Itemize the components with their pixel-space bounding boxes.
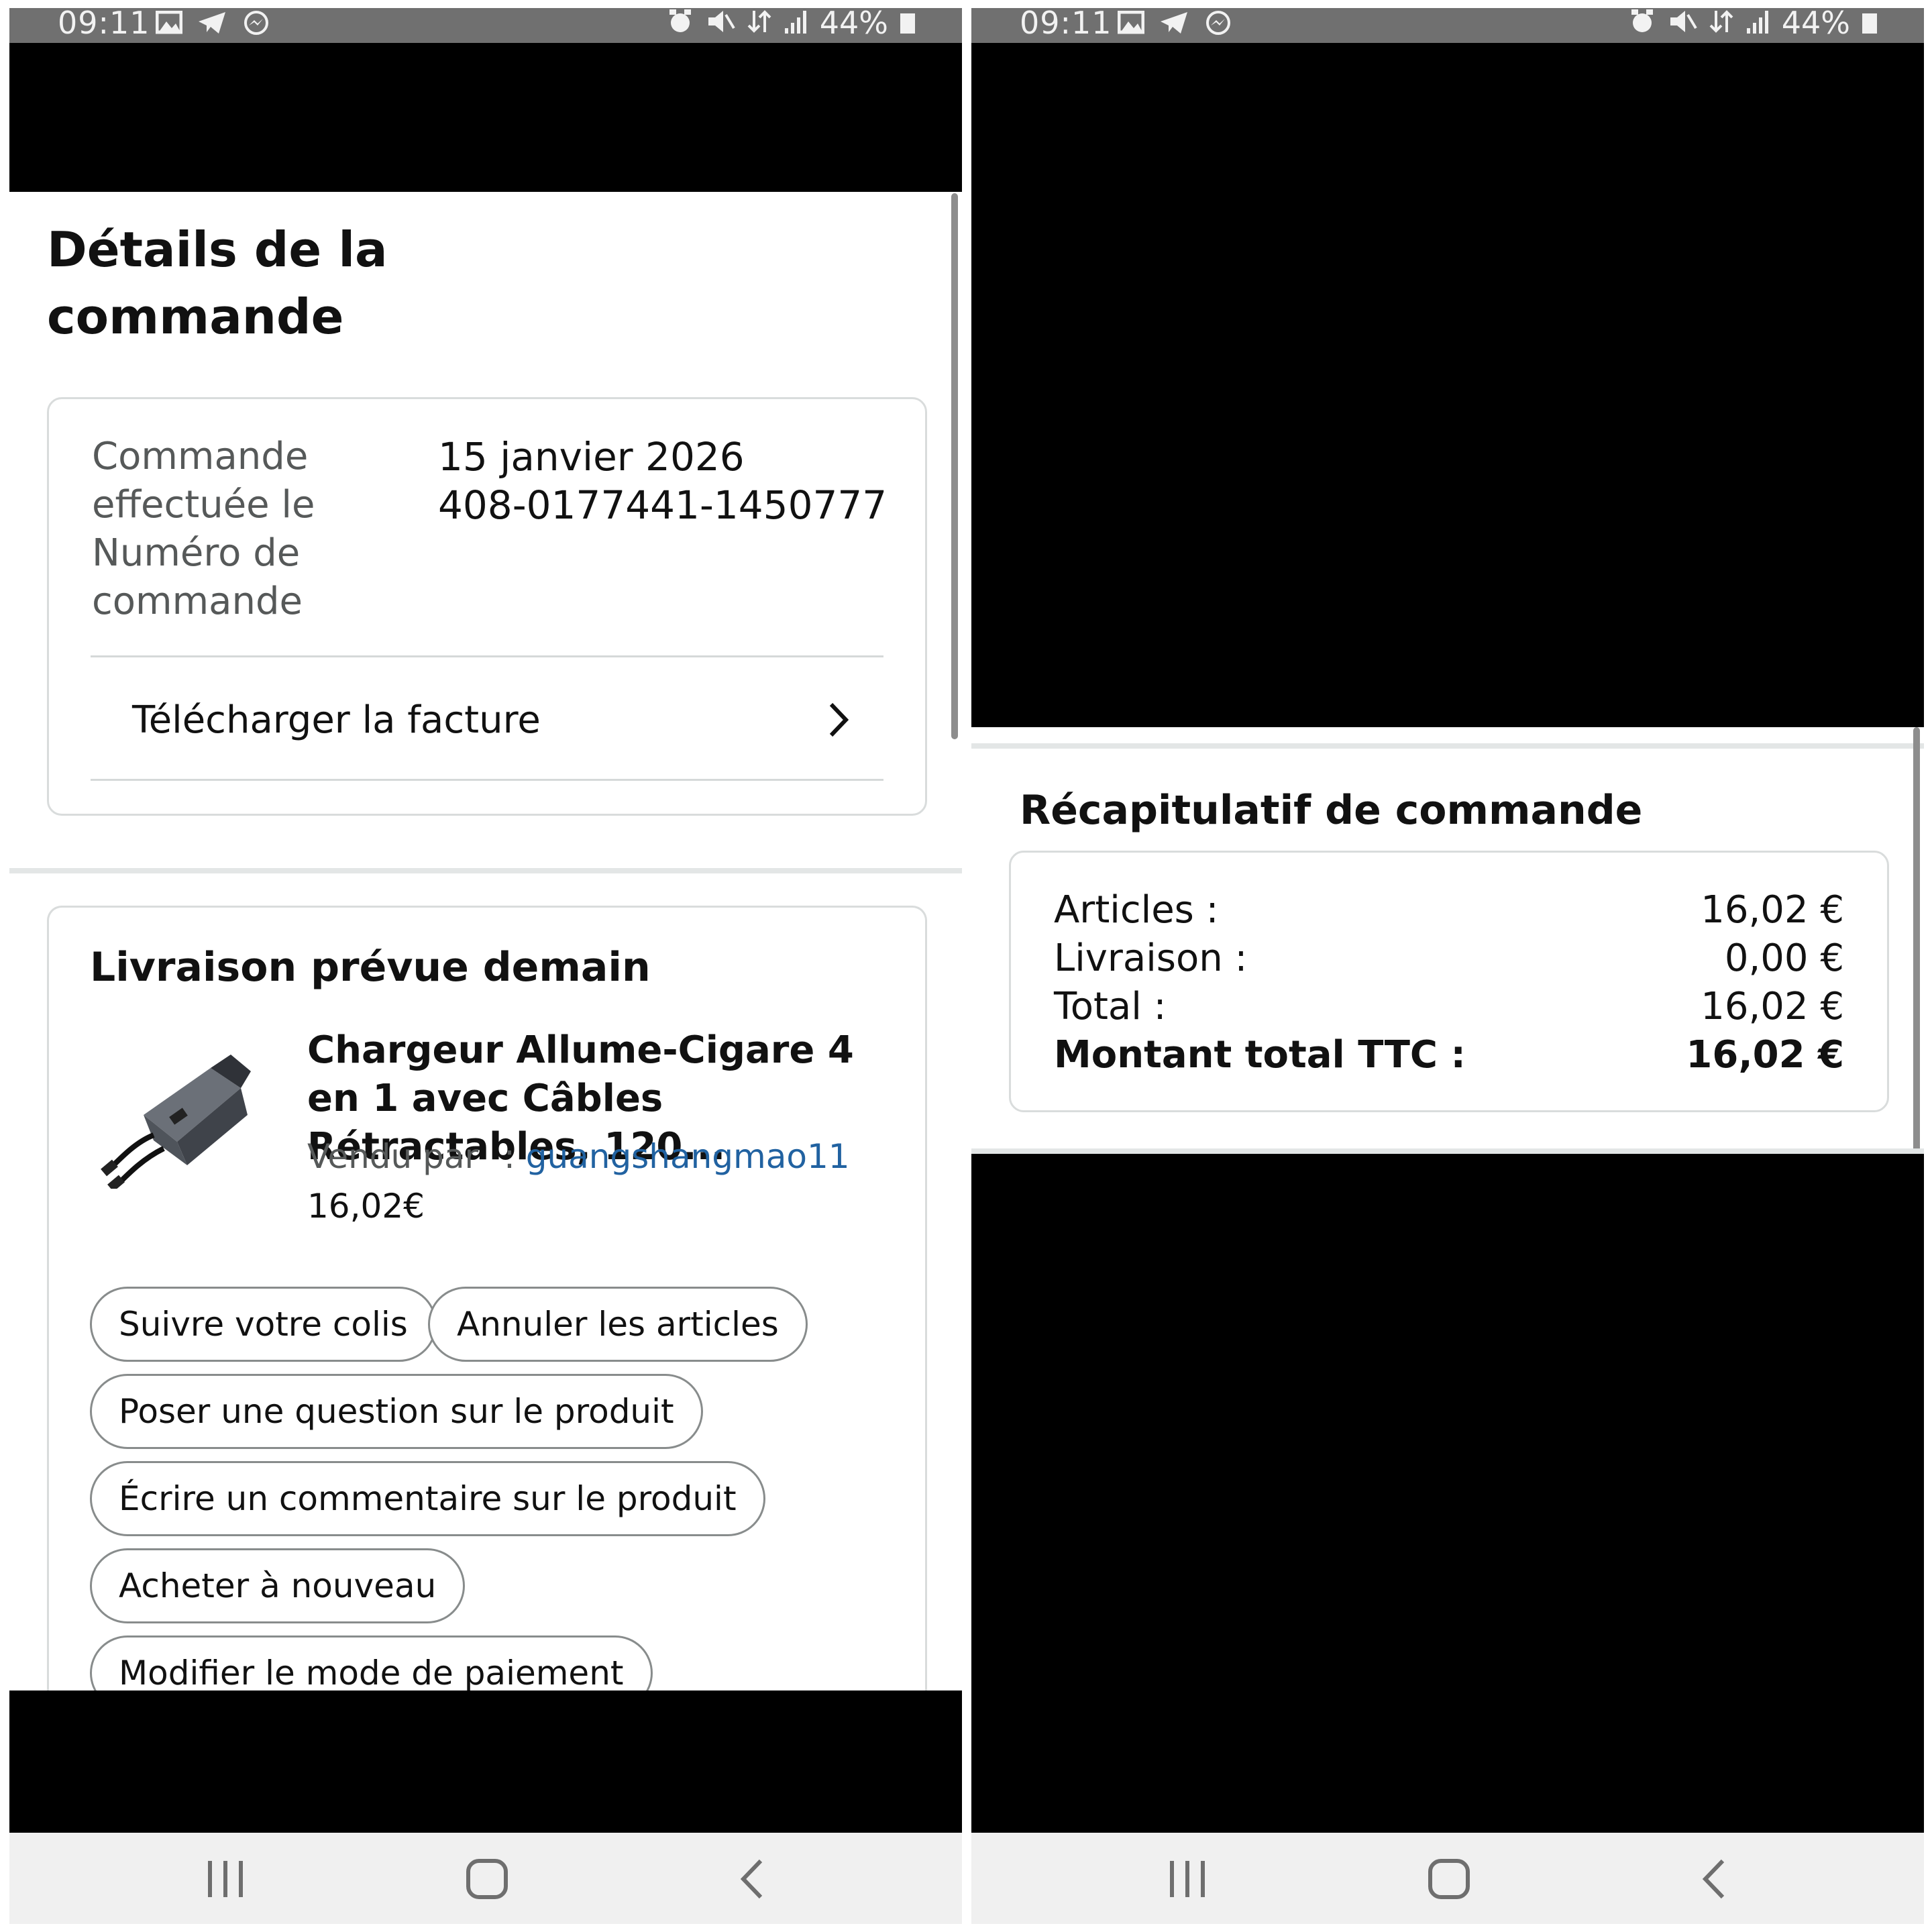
- section-divider: [971, 1148, 1924, 1154]
- redacted-block: [9, 43, 962, 192]
- battery-percent: 44%: [1781, 8, 1850, 41]
- scrollbar[interactable]: [1913, 727, 1920, 1157]
- delivery-heading: Livraison prévue demain: [90, 944, 651, 991]
- home-icon[interactable]: [1422, 1856, 1476, 1902]
- messenger-icon: [1206, 11, 1230, 35]
- shipping-value: 0,00 €: [1724, 936, 1844, 980]
- buy-again-button[interactable]: Acheter à nouveau: [90, 1548, 466, 1623]
- recent-apps-icon[interactable]: [1161, 1856, 1214, 1902]
- navigation-bar: [971, 1833, 1924, 1924]
- data-icon: [1709, 10, 1733, 33]
- mute-icon: [708, 11, 735, 32]
- seller-link[interactable]: guangshangmao11: [526, 1137, 850, 1176]
- total-value: 16,02 €: [1701, 985, 1844, 1028]
- sold-by-separator: :: [503, 1137, 515, 1176]
- messenger-icon: [244, 11, 268, 35]
- telegram-icon: [199, 12, 225, 34]
- grand-total-value: 16,02 €: [1686, 1033, 1844, 1077]
- gallery-icon: [1118, 11, 1144, 34]
- divider: [91, 655, 883, 657]
- items-label: Articles :: [1054, 888, 1219, 932]
- alarm-icon: [1631, 9, 1653, 32]
- product-price: 16,02€: [307, 1187, 425, 1226]
- summary-card: Articles : 16,02 € Livraison : 0,00 € To…: [1009, 851, 1889, 1112]
- order-info-card: Commande effectuée le Numéro de commande…: [47, 397, 927, 816]
- redacted-block: [971, 43, 1924, 727]
- grand-total-label: Montant total TTC :: [1054, 1033, 1466, 1077]
- gallery-icon: [156, 11, 182, 34]
- battery-icon: [1862, 13, 1877, 34]
- section-divider: [971, 743, 1924, 749]
- recent-apps-icon[interactable]: [199, 1856, 252, 1902]
- mute-icon: [1670, 11, 1697, 32]
- home-icon[interactable]: [460, 1856, 514, 1902]
- order-number-label: Numéro de commande: [92, 531, 303, 623]
- ask-product-question-button[interactable]: Poser une question sur le produit: [90, 1374, 703, 1449]
- scrollbar[interactable]: [951, 193, 958, 739]
- shipping-label: Livraison :: [1054, 936, 1248, 980]
- order-date-label: Commande effectuée le: [92, 435, 315, 527]
- cancel-items-button[interactable]: Annuler les articles: [428, 1287, 808, 1362]
- alarm-icon: [669, 9, 691, 32]
- data-icon: [747, 10, 771, 33]
- sold-by-label: Vendu par: [307, 1137, 479, 1176]
- back-icon[interactable]: [726, 1856, 780, 1902]
- product-image[interactable]: [97, 1041, 258, 1189]
- battery-icon: [900, 13, 915, 34]
- order-date-value: 15 janvier 2026: [438, 434, 745, 480]
- divider: [91, 779, 883, 781]
- seller-line: Vendu par : guangshangmao11: [307, 1132, 850, 1181]
- battery-percent: 44%: [819, 8, 888, 41]
- chevron-right-icon: [829, 702, 849, 737]
- order-summary-screen: 09:11 44% Récapitulatif de commande Arti…: [971, 8, 1924, 1924]
- signal-icon: [784, 11, 806, 34]
- summary-table: Articles : 16,02 € Livraison : 0,00 € To…: [1054, 886, 1844, 1079]
- back-icon[interactable]: [1688, 1856, 1741, 1902]
- page-title: Détails de la commande: [47, 221, 388, 345]
- status-time: 09:11: [1020, 8, 1112, 41]
- total-label: Total :: [1054, 985, 1167, 1028]
- redacted-block: [971, 1154, 1924, 1833]
- download-invoice-label: Télécharger la facture: [132, 698, 541, 742]
- order-number-value: 408-0177441-1450777: [438, 482, 888, 528]
- redacted-block: [9, 1690, 962, 1833]
- summary-heading: Récapitulatif de commande: [1020, 787, 1643, 834]
- items-value: 16,02 €: [1701, 888, 1844, 932]
- download-invoice-link[interactable]: Télécharger la facture: [132, 661, 850, 779]
- track-package-button[interactable]: Suivre votre colis: [90, 1287, 437, 1362]
- status-time: 09:11: [58, 8, 150, 41]
- order-details-screen: 09:11 44% Détails de la commande Command…: [9, 8, 962, 1924]
- signal-icon: [1746, 11, 1768, 34]
- navigation-bar: [9, 1833, 962, 1924]
- section-divider: [9, 868, 962, 873]
- status-bar: 09:11 44%: [971, 8, 1924, 43]
- status-bar: 09:11 44%: [9, 8, 962, 43]
- write-product-review-button[interactable]: Écrire un commentaire sur le produit: [90, 1461, 765, 1536]
- telegram-icon: [1161, 12, 1187, 34]
